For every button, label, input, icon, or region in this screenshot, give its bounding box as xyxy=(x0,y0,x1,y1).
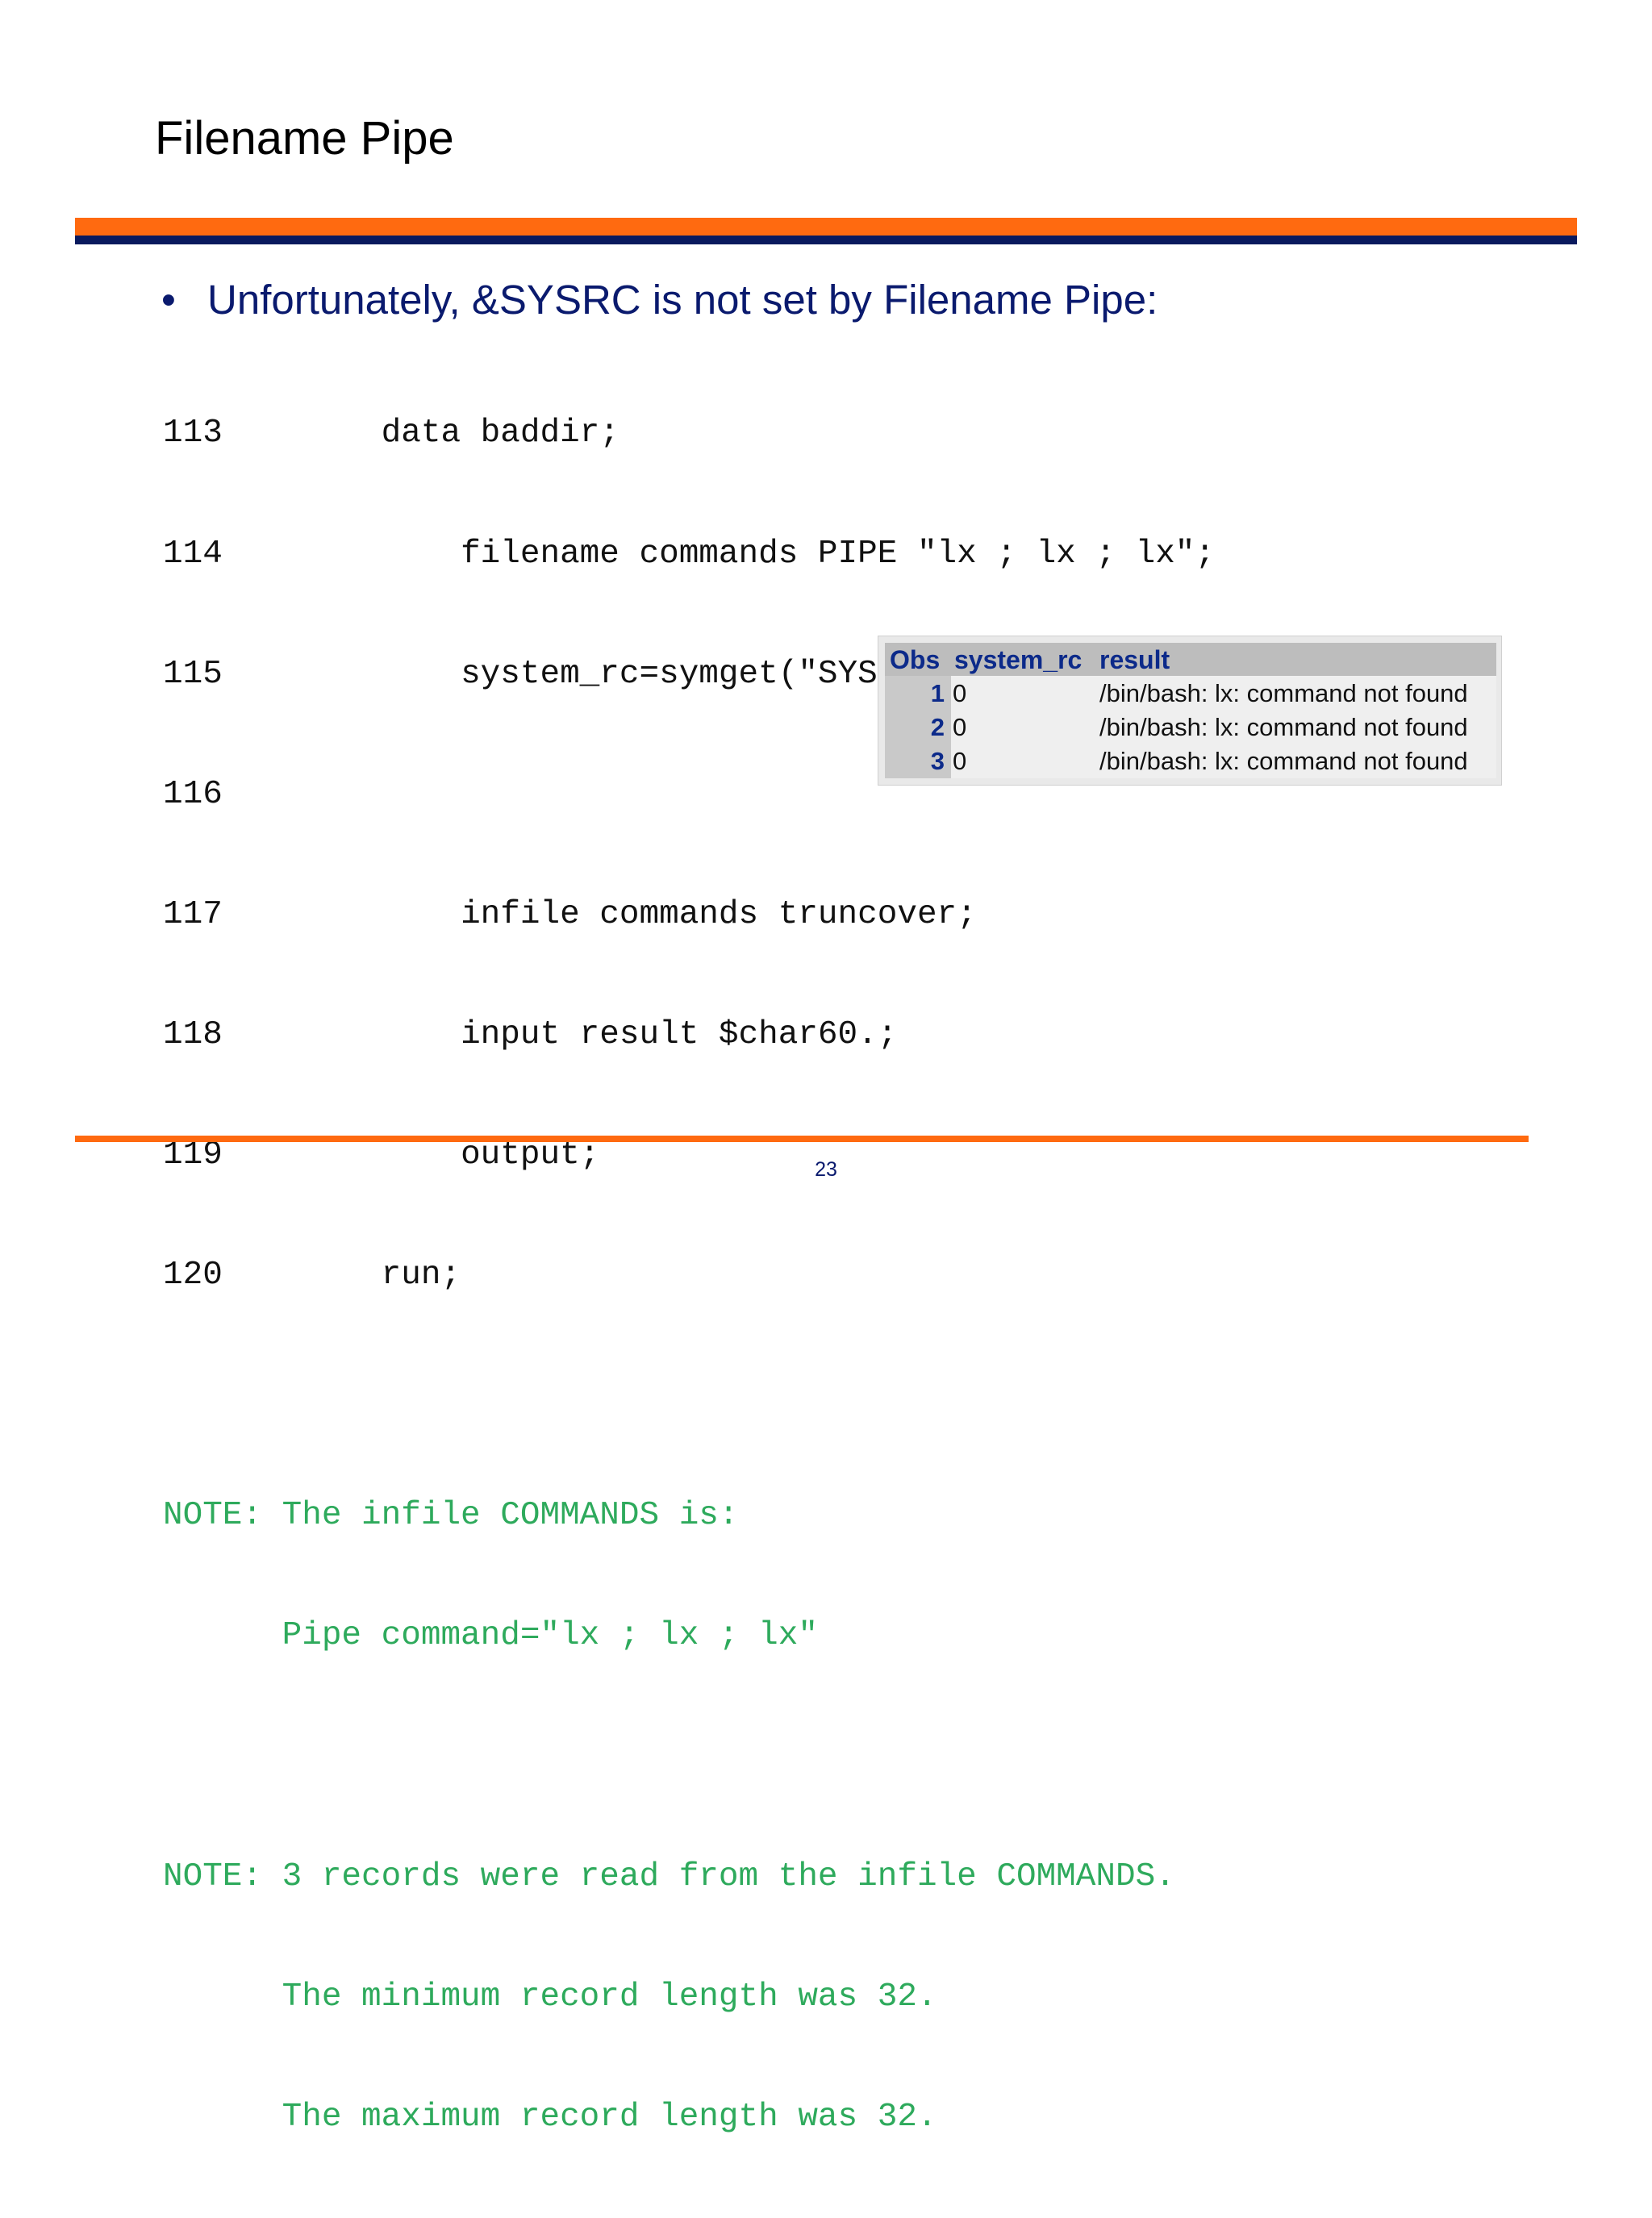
log-note-line: NOTE: The infile COMMANDS is: xyxy=(163,1497,739,1535)
log-note-line: The minimum record length was 32. xyxy=(163,1978,937,2016)
bullet-marker: • xyxy=(161,277,176,323)
bullet-text: Unfortunately, &SYSRC is not set by File… xyxy=(207,277,1158,323)
log-note-line: Pipe command="lx ; lx ; lx" xyxy=(163,1617,818,1655)
title-rule-orange xyxy=(75,218,1577,236)
line-number: 120 xyxy=(163,1257,223,1295)
code-text: filename commands PIPE "lx ; lx ; lx"; xyxy=(461,535,1216,573)
cell-obs: 3 xyxy=(930,747,945,775)
code-text: run; xyxy=(381,1257,461,1295)
table-header-row: Obs system_rc result xyxy=(885,643,1496,676)
output-table: Obs system_rc result 1 0 /bin/bash: lx: … xyxy=(878,636,1502,786)
cell-obs: 1 xyxy=(930,679,945,707)
line-number: 118 xyxy=(163,1015,223,1053)
line-number: 114 xyxy=(163,535,223,573)
line-number: 115 xyxy=(163,655,223,693)
cell-result: /bin/bash: lx: command not found xyxy=(1099,679,1468,707)
line-number: 117 xyxy=(163,895,223,933)
log-note-line xyxy=(163,1376,1215,1416)
table-body: 1 0 /bin/bash: lx: command not found 2 0… xyxy=(885,676,1496,778)
table-row: 3 0 /bin/bash: lx: command not found xyxy=(885,744,1496,778)
table-row: 1 0 /bin/bash: lx: command not found xyxy=(885,676,1496,710)
code-text: input result $char60.; xyxy=(461,1015,898,1053)
line-number: 116 xyxy=(163,775,223,813)
code-text: data baddir; xyxy=(381,415,620,452)
cell-result: /bin/bash: lx: command not found xyxy=(1099,747,1468,775)
column-header-system-rc: system_rc xyxy=(954,645,1083,674)
cell-obs: 2 xyxy=(930,713,945,741)
cell-system-rc: 0 xyxy=(953,679,967,707)
title-rule-navy xyxy=(75,236,1577,244)
code-line: 113 data baddir; xyxy=(163,414,1215,454)
code-line: 114 filename commands PIPE "lx ; lx ; lx… xyxy=(163,535,1215,575)
cell-system-rc: 0 xyxy=(953,747,967,775)
cell-result: /bin/bash: lx: command not found xyxy=(1099,713,1468,741)
table-row: 2 0 /bin/bash: lx: command not found xyxy=(885,710,1496,744)
column-header-obs: Obs xyxy=(890,645,941,674)
log-note-line: NOTE: 3 records were read from the infil… xyxy=(163,1857,1175,1895)
slide-title: Filename Pipe xyxy=(155,112,454,165)
code-line: 117 infile commands truncover; xyxy=(163,895,1215,936)
line-number: 113 xyxy=(163,415,223,452)
column-header-result: result xyxy=(1099,645,1170,674)
cell-system-rc: 0 xyxy=(953,713,967,741)
page-number: 23 xyxy=(815,1158,837,1181)
code-line: 118 input result $char60.; xyxy=(163,1015,1215,1056)
footer-rule xyxy=(75,1136,1529,1142)
log-note-line xyxy=(163,1736,1215,1777)
code-text: infile commands truncover; xyxy=(461,895,977,933)
log-note-line: The maximum record length was 32. xyxy=(163,2098,937,2136)
